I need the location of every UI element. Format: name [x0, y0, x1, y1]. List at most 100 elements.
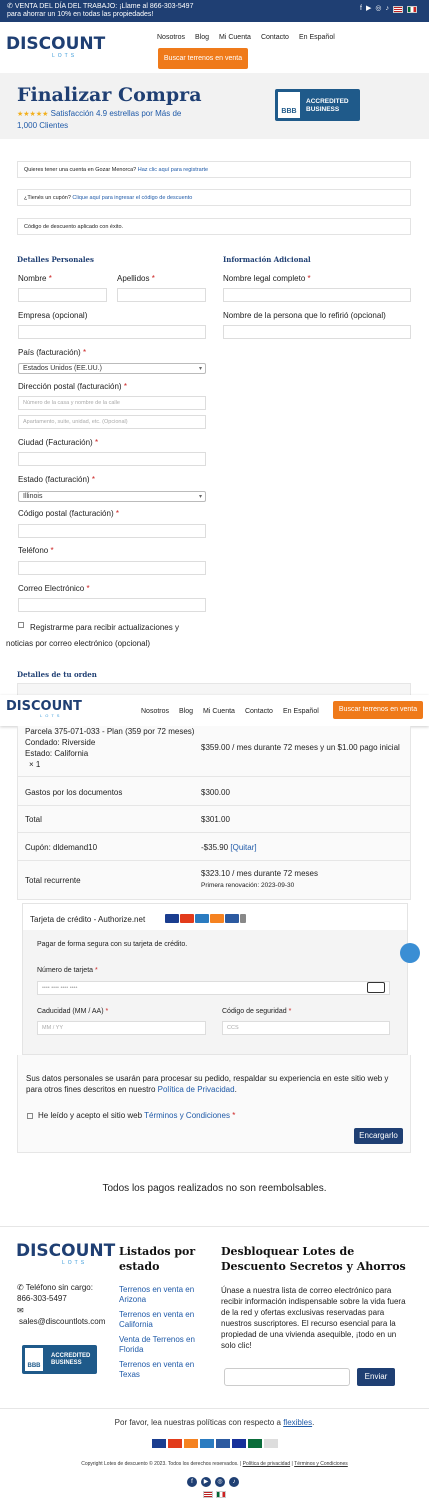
mexico-flag-icon[interactable]: [216, 1491, 226, 1498]
last-name-input[interactable]: [117, 288, 206, 302]
terms-label: He leído y acepto el sitio web Términos …: [38, 1111, 236, 1120]
state-select[interactable]: Illinois: [18, 491, 206, 502]
payment-cards-strip: [152, 1439, 278, 1448]
footer-logo[interactable]: DISCOUNT LOTS: [16, 1243, 115, 1267]
sticky-logo[interactable]: DISCOUNT LOTS: [6, 700, 82, 718]
legal-name-input[interactable]: [223, 288, 411, 302]
us-flag-icon[interactable]: [393, 5, 403, 13]
mastercard-icon: [180, 914, 194, 923]
us-flag-icon[interactable]: [203, 1491, 213, 1498]
instagram-icon[interactable]: ◎: [215, 1477, 225, 1487]
youtube-icon[interactable]: ▶: [366, 5, 371, 13]
sticky-nav-blog[interactable]: Blog: [179, 708, 193, 715]
listings: Terrenos en venta en Arizona Terrenos en…: [119, 1285, 204, 1380]
flexible-link[interactable]: flexibles: [283, 1418, 312, 1427]
company-input[interactable]: [18, 325, 206, 339]
terms-footer-link[interactable]: Términos y Condiciones: [294, 1461, 348, 1467]
visa-icon: [152, 1439, 166, 1448]
address-line2-input[interactable]: Apartamento, suite, unidad, etc. (Opcion…: [18, 415, 206, 429]
terms-checkbox[interactable]: [27, 1113, 33, 1119]
sticky-nav: Nosotros Blog Mi Cuenta Contacto En Español: [136, 706, 324, 715]
first-name-input[interactable]: [18, 288, 107, 302]
listing-florida[interactable]: Venta de Terrenos en Florida: [119, 1335, 204, 1355]
nav-nosotros[interactable]: Nosotros: [157, 34, 185, 41]
newsletter-email-input[interactable]: [224, 1368, 350, 1386]
cvc-input[interactable]: CCS: [222, 1021, 390, 1035]
listing-texas[interactable]: Terrenos en venta en Texas: [119, 1360, 204, 1380]
chat-icon[interactable]: [400, 943, 420, 963]
sticky-nav-mi-cuenta[interactable]: Mi Cuenta: [203, 708, 235, 715]
first-name-label: Nombre *: [18, 274, 52, 283]
card-number-input[interactable]: •••• •••• •••• ••••: [37, 981, 390, 995]
sticky-nav-nosotros[interactable]: Nosotros: [141, 708, 169, 715]
facebook-icon[interactable]: f: [360, 5, 362, 13]
remove-coupon-link[interactable]: [Quitar]: [230, 843, 256, 852]
address-line1-input[interactable]: Número de la casa y nombre de la calle: [18, 396, 206, 410]
listing-arizona[interactable]: Terrenos en venta en Arizona: [119, 1285, 204, 1305]
phone-input[interactable]: [18, 561, 206, 575]
page-title: Finalizar Compra: [17, 84, 202, 106]
mastercard-icon: [168, 1439, 182, 1448]
coupon-link[interactable]: Clique aquí para ingresar el código de d…: [72, 195, 192, 201]
nav-blog[interactable]: Blog: [195, 34, 209, 41]
social-icons: f ▶ ◎ ♪: [187, 1477, 239, 1487]
amex-icon: [195, 914, 209, 923]
footer-email[interactable]: ✉ sales@discountlots.com: [17, 1305, 105, 1327]
nav-mi-cuenta[interactable]: Mi Cuenta: [219, 34, 251, 41]
expiry-input[interactable]: MM / YY: [37, 1021, 206, 1035]
total-label: Total: [25, 815, 42, 824]
mexico-flag-icon[interactable]: [407, 5, 417, 13]
nav-espanol[interactable]: En Español: [299, 34, 335, 41]
footer-bbb-badge[interactable]: BBB ACCREDITED BUSINESS: [22, 1345, 97, 1374]
additional-info-title: Información Adicional: [223, 255, 311, 264]
youtube-icon[interactable]: ▶: [201, 1477, 211, 1487]
register-link[interactable]: Haz clic aquí para registrarte: [138, 167, 208, 173]
privacy-link[interactable]: Política de Privacidad: [158, 1085, 235, 1094]
docs-fee-value: $300.00: [201, 788, 230, 797]
sticky-nav-contacto[interactable]: Contacto: [245, 708, 273, 715]
card-logos: [165, 914, 247, 923]
bbb-badge[interactable]: BBB ACCREDITED BUSINESS: [275, 89, 360, 121]
instagram-icon[interactable]: ◎: [375, 5, 381, 13]
referrer-input[interactable]: [223, 325, 411, 339]
terms-link[interactable]: Términos y Condiciones: [144, 1111, 230, 1120]
main-nav: Nosotros Blog Mi Cuenta Contacto En Español: [152, 32, 340, 41]
account-notice: Quieres tener una cuenta en Gozar Menorc…: [17, 161, 411, 178]
rating-stars: ★★★★★: [17, 111, 49, 118]
announcement-line1[interactable]: VENTA DEL DÍA DEL TRABAJO: ¡Llame al 866…: [15, 3, 194, 10]
search-lots-button[interactable]: Buscar terrenos en venta: [158, 48, 248, 69]
bbb-logo-icon: BBB: [278, 92, 300, 118]
cvc-label: Código de seguridad *: [222, 1008, 292, 1015]
site-logo[interactable]: DISCOUNT LOTS: [6, 36, 105, 60]
newsletter-label: Registrarme para recibir actualizaciones…: [6, 623, 179, 648]
city-input[interactable]: [18, 452, 206, 466]
phone-icon: ✆: [17, 1283, 24, 1292]
country-select[interactable]: Estados Unidos (EE.UU.): [18, 363, 206, 374]
zip-input[interactable]: [18, 524, 206, 538]
email-label: Correo Electrónico *: [18, 584, 90, 593]
coupon-label: Cupón: dldemand10: [25, 843, 98, 852]
newsletter-send-button[interactable]: Enviar: [357, 1368, 395, 1386]
sticky-search-button[interactable]: Buscar terrenos en venta: [333, 701, 423, 719]
payment-method-label[interactable]: Tarjeta de crédito - Authorize.net: [30, 915, 145, 924]
tiktok-icon[interactable]: ♪: [229, 1477, 239, 1487]
country-label: País (facturación) *: [18, 348, 87, 357]
first-renewal: Primera renovación: 2023-09-30: [201, 882, 295, 889]
nav-contacto[interactable]: Contacto: [261, 34, 289, 41]
listing-california[interactable]: Terrenos en venta en California: [119, 1310, 204, 1330]
tiktok-icon[interactable]: ♪: [386, 5, 390, 13]
place-order-button[interactable]: Encargarlo: [354, 1128, 403, 1144]
unlock-text: Únase a nuestra lista de correo electrón…: [221, 1286, 406, 1350]
language-flags: [203, 1491, 226, 1498]
total-value: $301.00: [201, 815, 230, 824]
diners-icon: [225, 914, 239, 923]
email-input[interactable]: [18, 598, 206, 612]
unlock-title: Desbloquear Lotes de Descuento Secretos …: [221, 1245, 406, 1273]
sticky-nav-espanol[interactable]: En Español: [283, 708, 319, 715]
privacy-policy-link[interactable]: Política de privacidad: [243, 1461, 291, 1467]
facebook-icon[interactable]: f: [187, 1477, 197, 1487]
address-label: Dirección postal (facturación) *: [18, 382, 127, 391]
footer-bbb-logo-icon: BBB: [25, 1348, 43, 1371]
state-label: Estado (facturación) *: [18, 475, 95, 484]
copyright: Copyright Lotes de descuento © 2023. Tod…: [81, 1461, 348, 1467]
